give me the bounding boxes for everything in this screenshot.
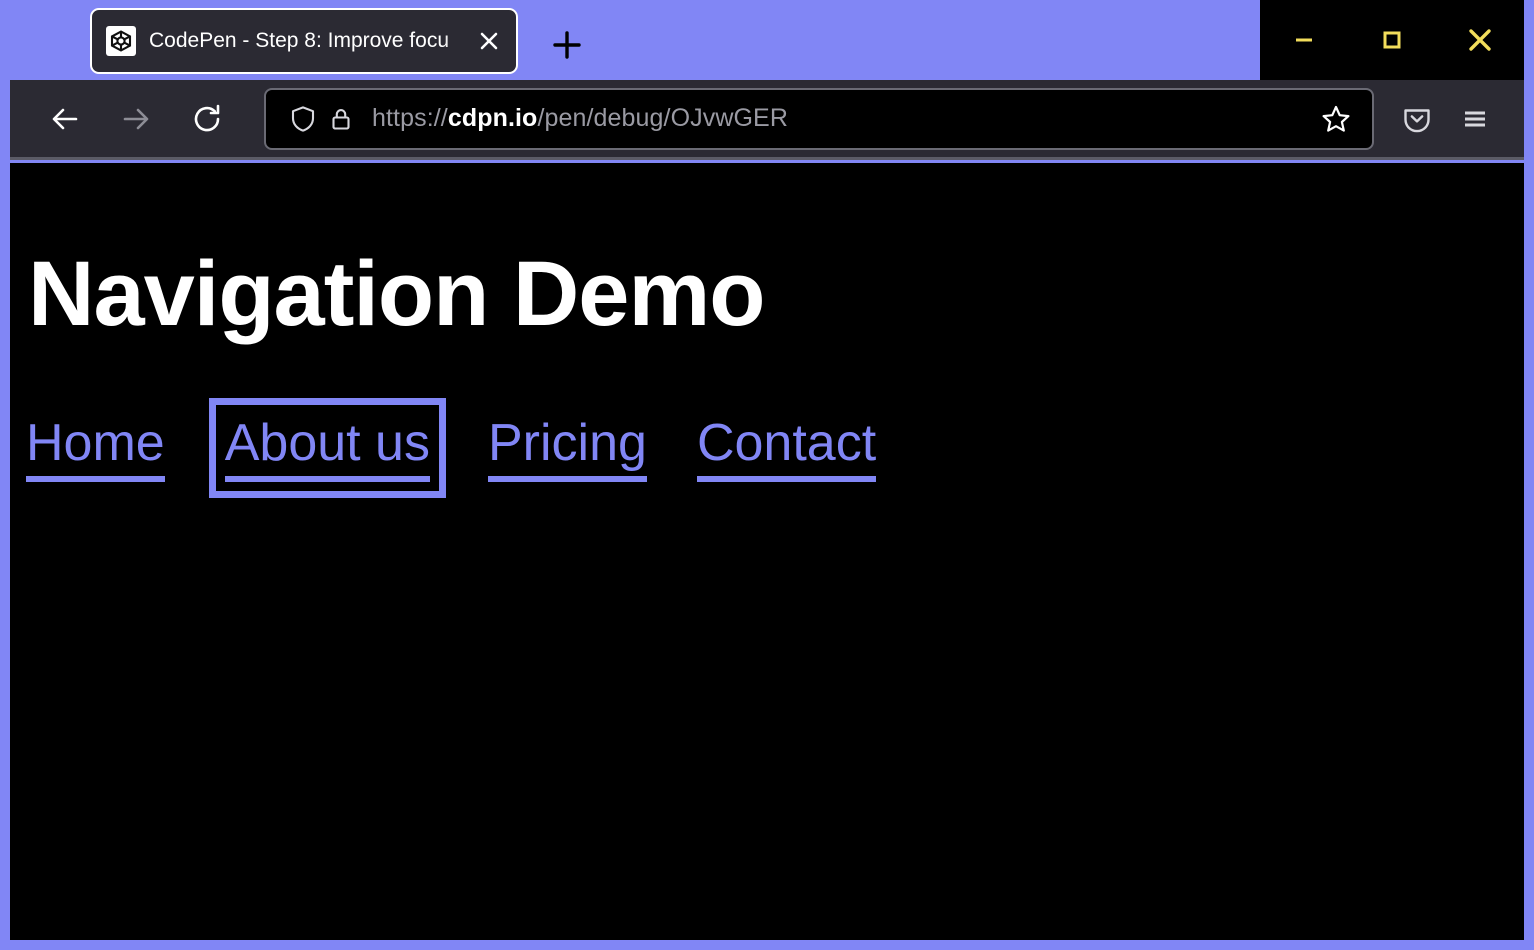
codepen-logo-icon — [106, 26, 136, 56]
toolbar-right-actions — [1388, 90, 1524, 148]
tab-list: CodePen - Step 8: Improve focu — [0, 0, 594, 80]
pocket-button[interactable] — [1388, 90, 1446, 148]
app-menu-button[interactable] — [1446, 90, 1504, 148]
browser-window: CodePen - Step 8: Improve focu — [0, 0, 1534, 950]
reload-button[interactable] — [176, 88, 238, 150]
back-button[interactable] — [34, 88, 96, 150]
tab-title: CodePen - Step 8: Improve focu — [149, 28, 478, 54]
new-tab-button[interactable] — [540, 18, 594, 72]
minimize-icon — [1291, 27, 1317, 53]
tab-strip: CodePen - Step 8: Improve focu — [0, 0, 1534, 80]
url-scheme: https:// — [372, 104, 448, 132]
window-close-button[interactable] — [1443, 0, 1517, 80]
nav-link-about-us[interactable]: About us — [225, 414, 430, 482]
hamburger-menu-icon — [1459, 103, 1491, 135]
window-close-icon — [1465, 25, 1495, 55]
plus-icon — [550, 28, 584, 62]
lock-icon[interactable] — [322, 100, 360, 138]
back-arrow-icon — [47, 101, 83, 137]
maximize-icon — [1379, 27, 1405, 53]
url-path: /pen/debug/OJvwGER — [537, 104, 788, 132]
navigation-toolbar: https://cdpn.io/pen/debug/OJvwGER — [10, 80, 1524, 160]
pocket-icon — [1401, 103, 1433, 135]
shield-icon[interactable] — [284, 100, 322, 138]
reload-icon — [190, 102, 224, 136]
browser-tab[interactable]: CodePen - Step 8: Improve focu — [90, 8, 518, 74]
nav-link-pricing[interactable]: Pricing — [488, 414, 647, 482]
page-title: Navigation Demo — [28, 248, 1524, 340]
forward-arrow-icon — [118, 101, 154, 137]
maximize-button[interactable] — [1355, 0, 1429, 80]
bookmark-star-icon[interactable] — [1314, 97, 1358, 141]
forward-button[interactable] — [105, 88, 167, 150]
url-host: cdpn.io — [448, 104, 538, 132]
minimize-button[interactable] — [1267, 0, 1341, 80]
demo-navigation: Home About us Pricing Contact — [26, 414, 1524, 482]
nav-link-home[interactable]: Home — [26, 414, 165, 482]
close-icon[interactable] — [474, 26, 504, 56]
window-controls — [1260, 0, 1524, 80]
url-text[interactable]: https://cdpn.io/pen/debug/OJvwGER — [372, 104, 1314, 133]
nav-link-contact[interactable]: Contact — [697, 414, 876, 482]
page-viewport: Navigation Demo Home About us Pricing Co… — [10, 163, 1524, 940]
url-bar[interactable]: https://cdpn.io/pen/debug/OJvwGER — [264, 88, 1374, 150]
